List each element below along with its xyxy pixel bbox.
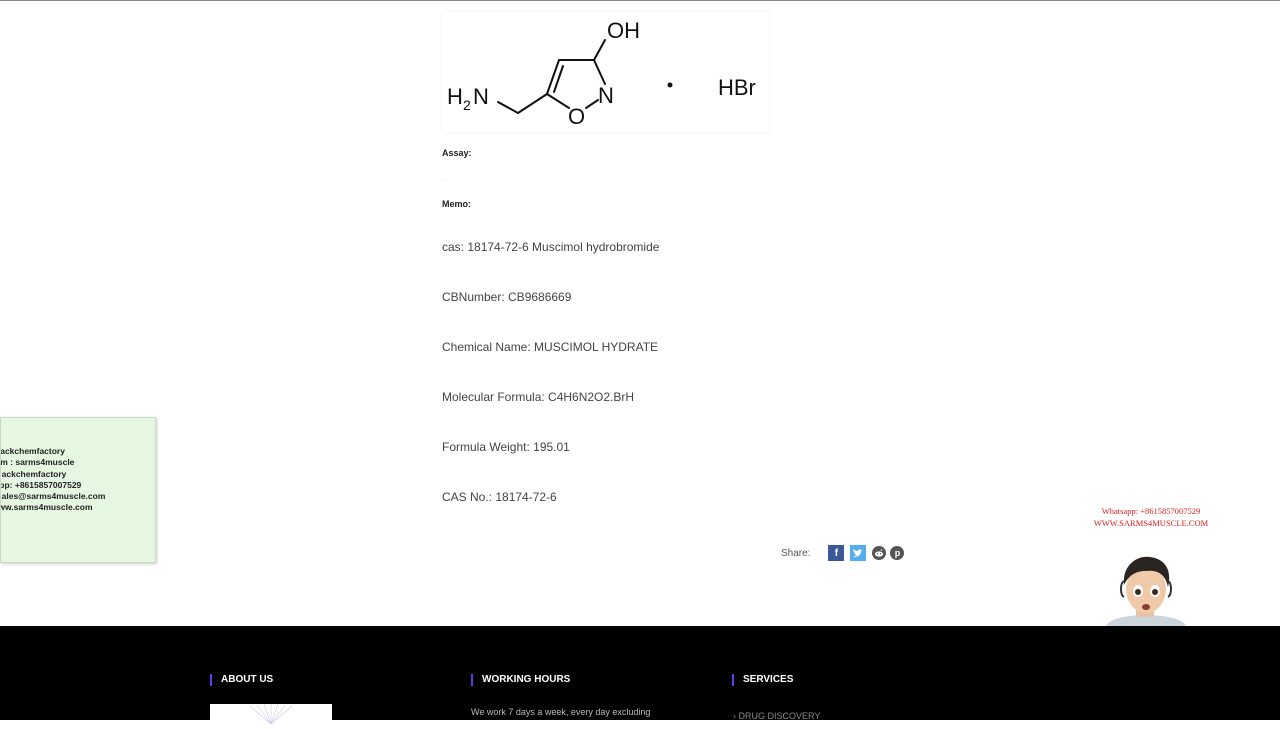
footer-services-heading: SERVICES (732, 674, 793, 686)
info-chemical-name: Chemical Name: MUSCIMOL HYDRATE (442, 340, 659, 354)
info-formula-weight: Formula Weight: 195.01 (442, 440, 570, 454)
chemical-structure-image: OH N O H 2 N HBr (442, 12, 769, 132)
reddit-icon[interactable] (872, 546, 887, 560)
salt-label: HBr (718, 75, 756, 100)
facebook-icon[interactable]: f (828, 545, 845, 561)
ring-oxygen-label: O (568, 104, 585, 129)
info-molecular-formula: Molecular Formula: C4H6N2O2.BrH (442, 390, 635, 404)
footer-hours-heading: WORKING HOURS (471, 674, 570, 686)
contact-info-overlay: r : jackchemfactory gram : sarms4muscle … (0, 417, 156, 563)
assay-label: Assay: (442, 148, 472, 158)
contact-line: r : jackchemfactory (0, 446, 65, 456)
pinterest-icon[interactable]: p (890, 546, 905, 560)
footer-hours-text: We work 7 days a week, every day excludi… (471, 707, 651, 717)
memo-label: Memo: (442, 199, 471, 209)
amine-subscript: 2 (463, 97, 471, 113)
amine-h-label: H (447, 84, 463, 109)
ring-nitrogen-label: N (598, 83, 614, 108)
hydroxyl-label: OH (607, 18, 640, 43)
twitter-icon[interactable] (850, 545, 867, 561)
info-cbnumber: CBNumber: CB9686669 (442, 290, 572, 304)
contact-line: gram : sarms4muscle (0, 457, 75, 468)
contact-line: il: sales@sarms4muscle.com (0, 491, 106, 502)
amine-n-label: N (473, 84, 489, 109)
contact-line: e : jackchemfactory (0, 468, 67, 479)
presenter-avatar (1100, 555, 1192, 639)
footer-logo[interactable] (210, 703, 332, 725)
info-cas-number: CAS No.: 18174-72-6 (442, 490, 557, 504)
footer-about-heading: ABOUT US (210, 674, 273, 686)
share-label: Share: (781, 547, 811, 559)
info-cas-name: cas: 18174-72-6 Muscimol hydrobromide (442, 240, 660, 254)
share-bar: Share: f p (781, 545, 905, 561)
site-footer: ABOUT US WORKING HOURS SERVICES We work … (0, 626, 1280, 725)
contact-line: //www.sarms4muscle.com (1, 502, 93, 513)
top-border (0, 0, 1280, 1)
watermark-website: WWW.SARMS4MUSCLE.COM (1093, 518, 1209, 528)
contact-line: tsapp: +8615857007529 (0, 479, 82, 490)
watermark-whatsapp: Whatsapp: +8615857007529 (1101, 506, 1201, 516)
assay-value: . (442, 176, 444, 182)
watermark: Whatsapp: +8615857007529 WWW.SARMS4MUSCL… (1085, 505, 1217, 529)
